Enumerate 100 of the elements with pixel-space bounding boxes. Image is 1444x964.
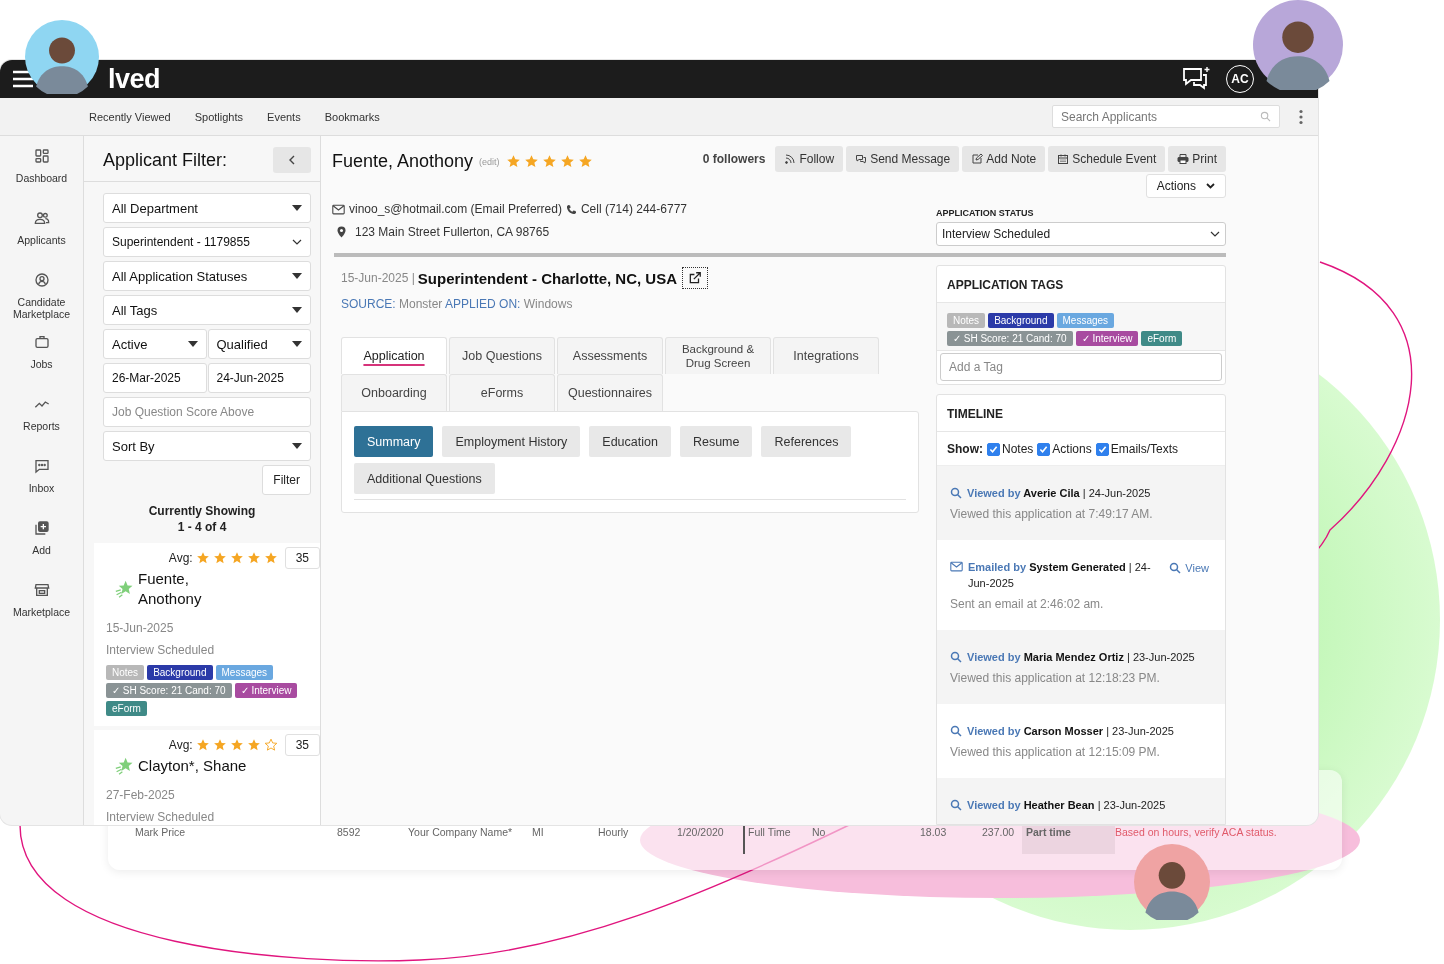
envelope-icon [950,561,963,572]
tab[interactable]: Background & Drug Screen [665,337,771,374]
dropdown[interactable]: Sort By [103,431,311,461]
checkbox-label: Notes [1002,442,1034,456]
applied-date: 27-Feb-2025 [106,788,176,802]
panel-title: Applicant Filter: [103,149,228,171]
timeline-entry-detail: Viewed this application at 7:49:17 AM. [950,507,1154,521]
action-button[interactable]: Print [1168,146,1226,172]
checkbox-label: Emails/Texts [1110,442,1179,456]
star-icon [195,551,210,565]
sidebar-item[interactable]: Candidate Marketplace [1,272,82,334]
job-title: Superintendent - Charlotte, NC, USA [417,269,678,287]
applicant-card[interactable]: Avg: 35 Fuente, Anothony 15-Jun-2025 Interview Scheduled Notes Background Messages ✓ SH Score: 21 Cand: 70 ✓ Interview eForm [94,543,320,726]
shooting-star-icon [114,757,134,775]
briefcase-icon [33,334,50,350]
tab[interactable]: eForms [449,374,555,411]
subtab-button[interactable]: Summary [354,426,434,457]
filter-button[interactable]: Filter [262,465,311,495]
view-link[interactable]: View [1169,559,1209,574]
applicant-name: Clayton*, Shane [138,756,248,776]
nav-link[interactable]: Spotlights [194,110,244,123]
field-label: APPLICATION STATUS [936,208,1035,218]
action-button[interactable]: Add Note [962,146,1046,172]
applicant-name: Fuente, Anothony [332,151,474,172]
checkbox[interactable] [1037,442,1051,456]
subtab-button[interactable]: Additional Questions [354,463,495,494]
nav-link[interactable]: Recently Viewed [89,110,171,123]
sidebar-item[interactable]: Add [1,520,82,582]
tab[interactable]: Integrations [773,337,879,374]
table-cell-text: Hourly [598,826,630,838]
caret-icon [292,341,302,347]
avatar-icon [1253,0,1343,90]
actions-dropdown[interactable]: Actions [1145,174,1226,198]
status-dropdown[interactable]: Interview Scheduled [936,222,1226,246]
chevron-down-icon [1206,183,1215,189]
subtab-button[interactable]: References [761,426,852,457]
caret-icon [292,273,302,279]
tab[interactable]: Assessments [557,337,663,374]
dropdown[interactable]: All Application Statuses [103,261,311,291]
input-field[interactable]: Job Question Score Above [103,397,311,427]
user-circle-icon [33,272,50,288]
sidebar-item[interactable]: Inbox [1,458,82,520]
tab[interactable]: Application [341,337,447,374]
applied-date: 15-Jun-2025 | [341,271,415,285]
results-label: Currently Showing [147,503,257,519]
sidebar-item[interactable]: Dashboard [1,148,82,210]
dropdown[interactable]: All Department [103,193,311,223]
sidebar-item[interactable]: Reports [1,396,82,458]
action-button[interactable]: Follow [775,146,844,172]
edit-icon [971,153,984,165]
dropdown[interactable]: Superintendent - 1179855 [103,227,311,257]
dropdown[interactable]: Active [103,329,207,359]
sidebar-item[interactable]: Jobs [1,334,82,396]
subtab-button[interactable]: Resume [679,426,753,457]
checkbox[interactable] [987,442,1000,456]
star-icon [246,738,261,752]
avg-label: Avg: [168,551,193,565]
star-icon [559,154,575,169]
open-external-button[interactable] [682,267,709,289]
phone-icon [565,203,577,215]
results-count: 1 - 4 of 4 [176,519,228,535]
tag: Messages [1056,313,1115,328]
subtab-button[interactable]: Employment History [442,426,581,457]
action-button[interactable]: Schedule Event [1048,146,1166,172]
dropdown[interactable]: Qualified [207,329,311,359]
status-text: Interview Scheduled [106,810,216,824]
nav-link[interactable]: Events [267,110,301,123]
tag: eForm [1141,331,1183,346]
email-text: vinoo_s@hotmail.com (Email Preferred) [349,202,562,216]
star-icon [212,738,227,752]
timeline-entry-detail: Viewed this application at 12:15:09 PM. [950,745,1161,759]
collapse-button[interactable] [273,147,311,173]
input-field[interactable]: Add a Tag [940,353,1222,381]
subtab-button[interactable]: Education [589,426,671,457]
input-field[interactable]: 26-Mar-2025 [103,363,207,393]
sidebar-item[interactable]: Applicants [1,210,82,272]
search-icon [950,799,962,811]
search-field[interactable]: Search Applicants [1052,105,1280,128]
star-icon [195,738,210,752]
tab[interactable]: Questionnaires [557,374,663,411]
action-button[interactable]: Send Message [846,146,960,172]
tab[interactable]: Job Questions [449,337,555,374]
more-icon [1298,108,1304,125]
dropdown[interactable]: All Tags [103,295,311,325]
tag: Notes [106,665,145,680]
input-field[interactable]: 24-Jun-2025 [207,363,311,393]
nav-link[interactable]: Bookmarks [324,110,380,123]
external-link-icon [688,271,703,285]
tab[interactable]: Onboarding [341,374,447,411]
status-text: Interview Scheduled [106,643,216,657]
caret-icon [292,307,302,313]
envelope-icon [332,203,345,215]
empty-star-icon [263,738,278,752]
star-icon [263,551,278,565]
checkbox[interactable] [1095,442,1109,456]
applicant-card[interactable]: Avg: 35 Clayton*, Shane 27-Feb-2025 Interview Scheduled [94,730,320,825]
shooting-star-icon [114,580,134,598]
timeline-entry-title: Viewed by Carson Mosser | 23-Jun-2025 [967,724,1174,739]
sidebar-item[interactable]: Marketplace [1,582,82,644]
avatar-icon [1134,844,1210,920]
